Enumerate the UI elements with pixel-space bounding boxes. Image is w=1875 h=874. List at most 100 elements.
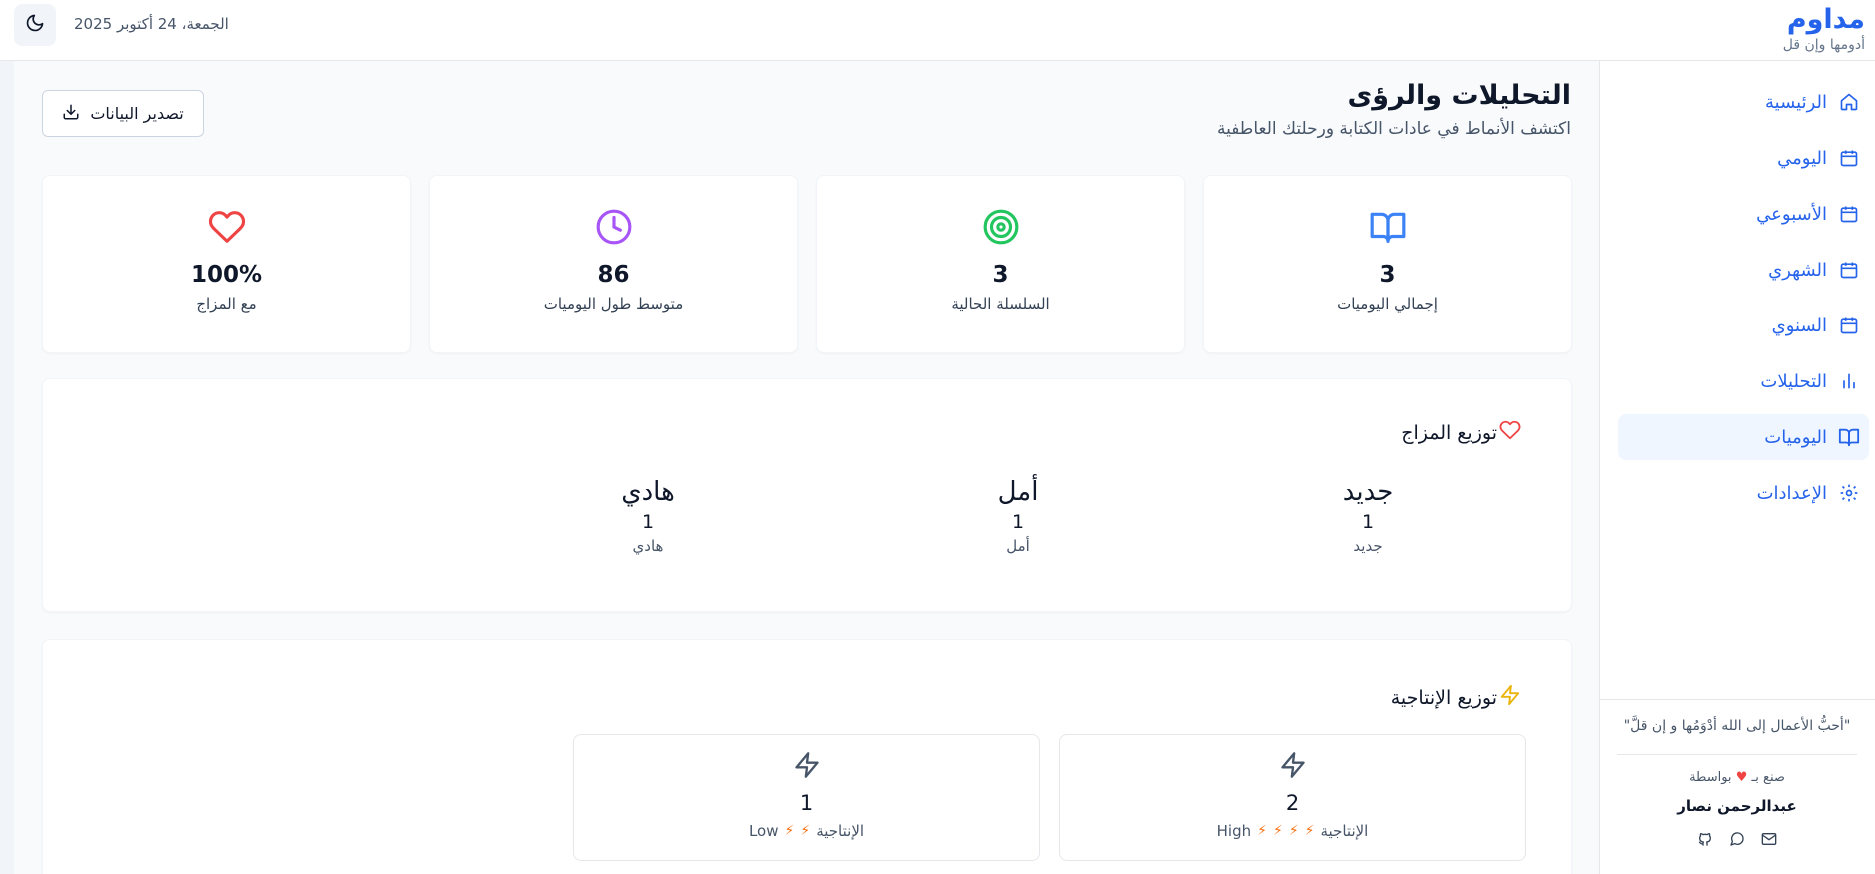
message-icon[interactable] [1727, 829, 1747, 849]
productivity-count: 2 [1285, 791, 1300, 815]
mood-label: جديد [1353, 537, 1383, 555]
brand-tagline: أدومها وإن قل [1782, 37, 1865, 53]
bolt-icon [1499, 684, 1521, 711]
mood-count: 1 [1361, 511, 1375, 533]
page-title: التحليلات والرؤى [1347, 80, 1571, 111]
made-with-suffix: بواسطة [1689, 770, 1732, 785]
export-data-button[interactable]: تصدير البيانات [42, 90, 204, 137]
sidebar-item-label: التحليلات [1760, 370, 1827, 392]
bolt-icon: ⚡ [784, 823, 795, 839]
bolt-icon: ⚡ [800, 823, 811, 839]
home-icon [1837, 90, 1861, 114]
stat-card-total-journals: 3 إجمالي اليوميات [1203, 175, 1572, 353]
stat-label: السلسلة الحالية [951, 295, 1050, 313]
sidebar-item-label: الرئيسية [1765, 91, 1827, 113]
productivity-level: Low [748, 822, 779, 840]
target-icon [817, 208, 1184, 246]
book-open-icon [1204, 208, 1571, 246]
productivity-label: الإنتاجية ⚡ ⚡ ⚡ ⚡ High [1060, 822, 1525, 840]
heart-icon: ♥ [1735, 770, 1748, 785]
top-header: مداوم أدومها وإن قل الجمعة، 24 أكتوبر 20… [0, 0, 1875, 61]
stat-value: 3 [992, 262, 1009, 288]
calendar-icon [1837, 313, 1861, 337]
mail-icon[interactable] [1759, 829, 1779, 849]
mood-item: أمل 1 أمل [918, 475, 1118, 555]
productivity-label: الإنتاجية ⚡ ⚡ Low [574, 822, 1039, 840]
made-with-prefix: صنع بـ [1751, 770, 1785, 785]
sidebar-item-label: الإعدادات [1756, 482, 1827, 504]
mood-label: هادي [632, 537, 664, 555]
stat-label: مع المزاج [196, 295, 257, 313]
mood-count: 1 [641, 511, 655, 533]
bolt-icon: ⚡ [1272, 823, 1283, 839]
author-name: عبدالرحمن نصار [1677, 797, 1797, 815]
productivity-card-low: 1 الإنتاجية ⚡ ⚡ Low [573, 734, 1040, 861]
hadith-quote: "أحبُّ الأعمال إلى الله أدْوَمُها و إن ق… [1623, 718, 1851, 734]
sidebar: الرئيسية اليومي الأسبوعي الشهري السنوي ا… [1599, 61, 1875, 874]
productivity-level: High [1216, 822, 1252, 840]
brand[interactable]: مداوم أدومها وإن قل [1783, 4, 1865, 54]
made-with-text: صنع بـ ♥ بواسطة [1599, 770, 1875, 785]
sidebar-item-settings[interactable]: الإعدادات [1618, 470, 1869, 516]
panel-title-text: توزيع المزاج [1401, 421, 1497, 444]
stat-value: 100% [190, 262, 263, 288]
download-icon [62, 103, 80, 125]
bolt-icon: ⚡ [1257, 823, 1267, 839]
sidebar-item-monthly[interactable]: الشهري [1618, 247, 1869, 293]
sidebar-item-home[interactable]: الرئيسية [1618, 79, 1869, 125]
social-links [1599, 829, 1875, 849]
stat-value: 86 [597, 262, 630, 288]
productivity-text: الإنتاجية [816, 822, 865, 840]
bolt-icon: ⚡ [1304, 823, 1315, 839]
productivity-card-high: 2 الإنتاجية ⚡ ⚡ ⚡ ⚡ High [1059, 734, 1526, 861]
bolt-icon [1060, 751, 1525, 779]
stat-label: إجمالي اليوميات [1337, 295, 1438, 313]
sidebar-item-analytics[interactable]: التحليلات [1618, 358, 1869, 404]
mood-distribution-panel: توزيع المزاج جديد 1 جديد أمل 1 أمل هادي … [42, 378, 1572, 612]
sidebar-item-weekly[interactable]: الأسبوعي [1618, 191, 1869, 237]
clock-icon [430, 208, 797, 246]
stat-card-with-mood: 100% مع المزاج [42, 175, 411, 353]
bolt-icon: ⚡ [1288, 823, 1299, 839]
left-gutter [0, 61, 14, 874]
sidebar-item-yearly[interactable]: السنوي [1618, 302, 1869, 348]
panel-title-text: توزيع الإنتاجية [1390, 686, 1497, 709]
sidebar-item-label: اليومي [1777, 147, 1827, 169]
stat-value: 3 [1379, 262, 1396, 288]
mood-word: جديد [1342, 477, 1394, 507]
heart-icon [43, 208, 410, 246]
main-content: التحليلات والرؤى اكتشف الأنماط في عادات … [14, 61, 1599, 874]
stat-label: متوسط طول اليوميات [543, 295, 684, 313]
mood-word: أمل [997, 477, 1039, 507]
sidebar-item-label: اليوميات [1764, 426, 1827, 448]
heart-icon [1499, 419, 1521, 446]
calendar-icon [1837, 202, 1861, 226]
sidebar-item-daily[interactable]: اليومي [1618, 135, 1869, 181]
sidebar-item-journals[interactable]: اليوميات [1618, 414, 1869, 460]
sidebar-item-label: الأسبوعي [1756, 203, 1827, 225]
productivity-distribution-title: توزيع الإنتاجية [1391, 684, 1521, 711]
book-icon [1837, 425, 1861, 449]
stat-card-current-streak: 3 السلسلة الحالية [816, 175, 1185, 353]
sidebar-item-label: السنوي [1771, 314, 1827, 336]
productivity-text: الإنتاجية [1320, 822, 1369, 840]
brand-title: مداوم [1786, 4, 1865, 35]
github-icon[interactable] [1695, 829, 1715, 849]
divider [1617, 754, 1857, 755]
theme-toggle-button[interactable] [14, 4, 56, 46]
calendar-icon [1837, 146, 1861, 170]
page-subtitle: اكتشف الأنماط في عادات الكتابة ورحلتك ال… [1216, 119, 1571, 139]
stat-card-avg-length: 86 متوسط طول اليوميات [429, 175, 798, 353]
mood-word: هادي [621, 477, 675, 507]
mood-count: 1 [1011, 511, 1025, 533]
mood-label: أمل [1006, 537, 1030, 555]
productivity-count: 1 [799, 791, 814, 815]
calendar-icon [1837, 258, 1861, 282]
export-label: تصدير البيانات [90, 104, 184, 123]
sidebar-item-label: الشهري [1768, 259, 1827, 281]
current-date: الجمعة، 24 أكتوبر 2025 [74, 15, 229, 33]
bolt-icon [574, 751, 1039, 779]
mood-item: هادي 1 هادي [548, 475, 748, 555]
gear-icon [1837, 481, 1861, 505]
mood-distribution-title: توزيع المزاج [1401, 419, 1521, 446]
